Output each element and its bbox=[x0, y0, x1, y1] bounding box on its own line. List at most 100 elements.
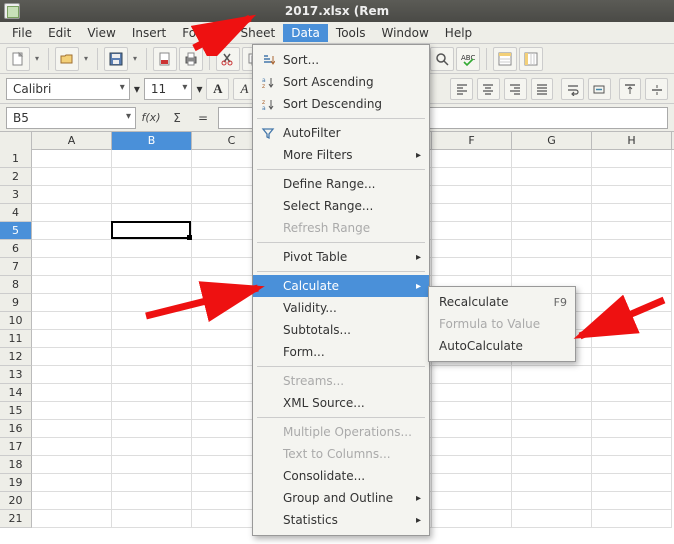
align-left-button[interactable] bbox=[450, 78, 473, 100]
cell[interactable] bbox=[112, 402, 192, 420]
menuitem-subtotals[interactable]: Subtotals... bbox=[253, 319, 429, 341]
cell[interactable] bbox=[512, 258, 592, 276]
row-header[interactable]: 4 bbox=[0, 204, 32, 222]
cell[interactable] bbox=[32, 366, 112, 384]
menuitem-define-range[interactable]: Define Range... bbox=[253, 173, 429, 195]
menuitem-more-filters[interactable]: More Filters▸ bbox=[253, 144, 429, 166]
menuitem-statistics[interactable]: Statistics▸ bbox=[253, 509, 429, 531]
cell[interactable] bbox=[32, 204, 112, 222]
row-header[interactable]: 17 bbox=[0, 438, 32, 456]
submenuitem-recalculate[interactable]: RecalculateF9 bbox=[429, 291, 575, 313]
column-header[interactable]: F bbox=[432, 132, 512, 150]
cell[interactable] bbox=[32, 312, 112, 330]
row-header[interactable]: 11 bbox=[0, 330, 32, 348]
row-header[interactable]: 18 bbox=[0, 456, 32, 474]
cell[interactable] bbox=[112, 348, 192, 366]
menu-file[interactable]: File bbox=[4, 24, 40, 42]
menu-view[interactable]: View bbox=[79, 24, 123, 42]
cell[interactable] bbox=[592, 168, 672, 186]
cell[interactable] bbox=[592, 510, 672, 528]
cell[interactable] bbox=[512, 438, 592, 456]
cell[interactable] bbox=[112, 384, 192, 402]
font-size-combo[interactable]: 11 bbox=[144, 78, 193, 100]
menu-help[interactable]: Help bbox=[437, 24, 480, 42]
cell[interactable] bbox=[32, 150, 112, 168]
merge-cells-button[interactable] bbox=[588, 78, 611, 100]
cell[interactable] bbox=[112, 330, 192, 348]
cell[interactable] bbox=[592, 402, 672, 420]
row-header[interactable]: 20 bbox=[0, 492, 32, 510]
menuitem-form[interactable]: Form... bbox=[253, 341, 429, 363]
font-size-arrow[interactable]: ▾ bbox=[196, 82, 202, 96]
cut-button[interactable] bbox=[216, 47, 240, 71]
cell[interactable] bbox=[432, 150, 512, 168]
cell[interactable] bbox=[592, 474, 672, 492]
cell[interactable] bbox=[512, 510, 592, 528]
cell[interactable] bbox=[112, 240, 192, 258]
cell-name-box[interactable]: B5 bbox=[6, 107, 136, 129]
cell[interactable] bbox=[592, 330, 672, 348]
cell[interactable] bbox=[112, 366, 192, 384]
select-all-corner[interactable] bbox=[0, 132, 32, 150]
cell[interactable] bbox=[112, 510, 192, 528]
cell[interactable] bbox=[432, 168, 512, 186]
menuitem-xml-source[interactable]: XML Source... bbox=[253, 392, 429, 414]
menuitem-pivot-table[interactable]: Pivot Table▸ bbox=[253, 246, 429, 268]
cell[interactable] bbox=[112, 168, 192, 186]
menu-window[interactable]: Window bbox=[373, 24, 436, 42]
cell[interactable] bbox=[512, 150, 592, 168]
cell[interactable] bbox=[112, 456, 192, 474]
cell[interactable] bbox=[32, 330, 112, 348]
cell[interactable] bbox=[112, 474, 192, 492]
submenuitem-autocalculate[interactable]: AutoCalculate bbox=[429, 335, 575, 357]
open-button[interactable] bbox=[55, 47, 79, 71]
column-button[interactable] bbox=[519, 47, 543, 71]
menuitem-sort[interactable]: Sort... bbox=[253, 49, 429, 71]
cell[interactable] bbox=[432, 438, 512, 456]
menu-sheet[interactable]: Sheet bbox=[233, 24, 284, 42]
cell[interactable] bbox=[592, 294, 672, 312]
menuitem-validity[interactable]: Validity... bbox=[253, 297, 429, 319]
wrap-text-button[interactable] bbox=[561, 78, 584, 100]
cell[interactable] bbox=[432, 384, 512, 402]
row-header[interactable]: 10 bbox=[0, 312, 32, 330]
column-header[interactable]: G bbox=[512, 132, 592, 150]
save-dropdown[interactable]: ▾ bbox=[130, 47, 140, 71]
cell[interactable] bbox=[512, 186, 592, 204]
cell[interactable] bbox=[432, 204, 512, 222]
cell[interactable] bbox=[592, 438, 672, 456]
row-header[interactable]: 14 bbox=[0, 384, 32, 402]
row-header[interactable]: 13 bbox=[0, 366, 32, 384]
cell[interactable] bbox=[432, 186, 512, 204]
print-button[interactable] bbox=[179, 47, 203, 71]
cell[interactable] bbox=[32, 222, 112, 240]
menu-format[interactable]: Format bbox=[174, 24, 232, 42]
cell[interactable] bbox=[112, 204, 192, 222]
cell[interactable] bbox=[512, 492, 592, 510]
cell[interactable] bbox=[432, 402, 512, 420]
function-wizard-button[interactable]: f(x) bbox=[140, 107, 162, 129]
menuitem-autofilter[interactable]: AutoFilter bbox=[253, 122, 429, 144]
cell[interactable] bbox=[32, 276, 112, 294]
row-header[interactable]: 12 bbox=[0, 348, 32, 366]
cell[interactable] bbox=[32, 186, 112, 204]
cell[interactable] bbox=[32, 456, 112, 474]
save-button[interactable] bbox=[104, 47, 128, 71]
cell[interactable] bbox=[592, 456, 672, 474]
cell[interactable] bbox=[592, 222, 672, 240]
menuitem-group-and-outline[interactable]: Group and Outline▸ bbox=[253, 487, 429, 509]
cell[interactable] bbox=[112, 258, 192, 276]
cell[interactable] bbox=[32, 240, 112, 258]
cell[interactable] bbox=[32, 402, 112, 420]
row-header[interactable]: 6 bbox=[0, 240, 32, 258]
font-name-arrow[interactable]: ▾ bbox=[134, 82, 140, 96]
new-doc-button[interactable] bbox=[6, 47, 30, 71]
cell[interactable] bbox=[512, 474, 592, 492]
row-header[interactable]: 15 bbox=[0, 402, 32, 420]
row-button[interactable] bbox=[493, 47, 517, 71]
cell[interactable] bbox=[112, 420, 192, 438]
row-header[interactable]: 21 bbox=[0, 510, 32, 528]
export-pdf-button[interactable] bbox=[153, 47, 177, 71]
cell[interactable] bbox=[32, 348, 112, 366]
align-right-button[interactable] bbox=[504, 78, 527, 100]
